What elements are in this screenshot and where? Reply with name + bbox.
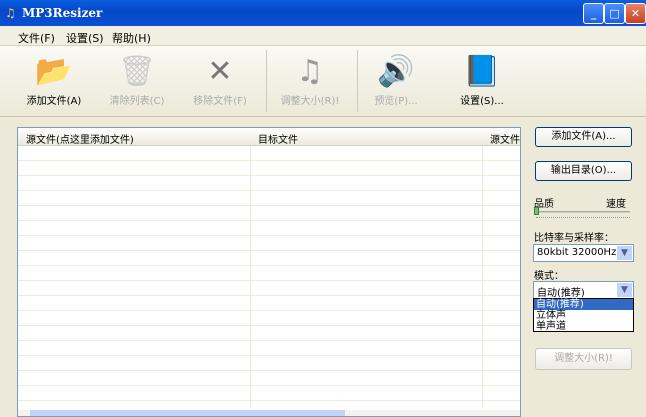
toolbar-separator [266,50,267,112]
mode-option-mono[interactable]: 单声道 [534,321,633,332]
mode-option-stereo[interactable]: 立体声 [534,310,633,321]
output-dir-button[interactable]: 输出目录(O)... [535,161,632,181]
table-row[interactable] [18,296,520,311]
quality-speed-slider[interactable] [535,211,630,213]
table-row[interactable] [18,146,520,161]
bitrate-value: 80kbit 32000Hz [537,247,617,258]
table-row[interactable] [18,371,520,386]
mode-dropdown-list: 自动(推荐) 立体声 单声道 [533,298,634,332]
bitrate-label: 比特率与采样率： [534,233,614,244]
table-row[interactable] [18,221,520,236]
table-header: 源文件(点这里添加文件) 目标文件 源文件 [18,128,520,146]
horizontal-scrollbar[interactable] [18,410,520,416]
clear-list-tool[interactable]: 🗑 清除列表(C) [97,52,177,112]
title-bar: ♫ MP3Resizer _ □ ✕ [0,0,646,26]
add-files-button[interactable]: 添加文件(A)... [535,127,632,147]
menu-help[interactable]: 帮助(H) [112,30,151,46]
app-icon: ♫ [5,6,16,20]
close-button[interactable]: ✕ [625,3,646,24]
preview-tool[interactable]: 🔊 预览(P)... [356,52,436,112]
scrollbar-thumb[interactable] [30,410,345,416]
column-source[interactable]: 源文件(点这里添加文件) [26,131,134,146]
mode-option-auto[interactable]: 自动(推荐) [534,299,633,310]
table-row[interactable] [18,191,520,206]
slider-thumb[interactable] [534,207,539,215]
recycle-bin-icon: 🗑 [117,54,157,89]
speaker-icon: 🔊 [377,54,415,89]
remove-file-tool[interactable]: ✕ 移除文件(F) [180,52,260,112]
mode-label: 模式： [534,271,564,282]
column-divider [250,146,251,408]
table-row[interactable] [18,236,520,251]
table-row[interactable] [18,356,520,371]
column-source-2[interactable]: 源文件 [490,131,520,146]
settings-tool[interactable]: 📘 设置(S)... [442,52,522,112]
table-row[interactable] [18,161,520,176]
chevron-down-icon[interactable]: ▼ [617,283,632,297]
menu-bar: 文件(F) 设置(S) 帮助(H) [0,26,646,46]
table-row[interactable] [18,281,520,296]
chevron-down-icon[interactable]: ▼ [617,246,632,260]
column-target[interactable]: 目标文件 [258,131,298,146]
resize-tool[interactable]: ♫ 调整大小(R)! [270,52,350,112]
column-divider [482,146,483,408]
x-icon: ✕ [207,54,233,89]
music-note-icon: ♫ [296,54,324,89]
table-row[interactable] [18,341,520,356]
table-row[interactable] [18,326,520,341]
menu-settings[interactable]: 设置(S) [66,30,104,46]
file-list[interactable]: 源文件(点这里添加文件) 目标文件 源文件 [17,127,521,417]
table-row[interactable] [18,311,520,326]
bitrate-select[interactable]: 80kbit 32000Hz ▼ [533,244,634,262]
menu-file[interactable]: 文件(F) [18,30,55,46]
table-row[interactable] [18,176,520,191]
slider-ticks [536,217,630,219]
window-title: MP3Resizer [22,6,103,20]
speed-label: 速度 [606,199,626,210]
table-row[interactable] [18,206,520,221]
folder-music-icon: 📂 [35,54,73,89]
resize-button[interactable]: 调整大小(R)! [535,348,632,370]
minimize-button[interactable]: _ [583,3,604,24]
mode-select[interactable]: 自动(推荐) ▼ [533,281,634,299]
table-row[interactable] [18,386,520,401]
table-row[interactable] [18,266,520,281]
toolbar: 📂 添加文件(A) 🗑 清除列表(C) ✕ 移除文件(F) ♫ 调整大小(R)! 🔊 预览… [0,46,646,117]
maximize-button[interactable]: □ [604,3,625,24]
settings-book-icon: 📘 [463,54,501,89]
add-files-tool[interactable]: 📂 添加文件(A) [14,52,94,112]
table-row[interactable] [18,251,520,266]
